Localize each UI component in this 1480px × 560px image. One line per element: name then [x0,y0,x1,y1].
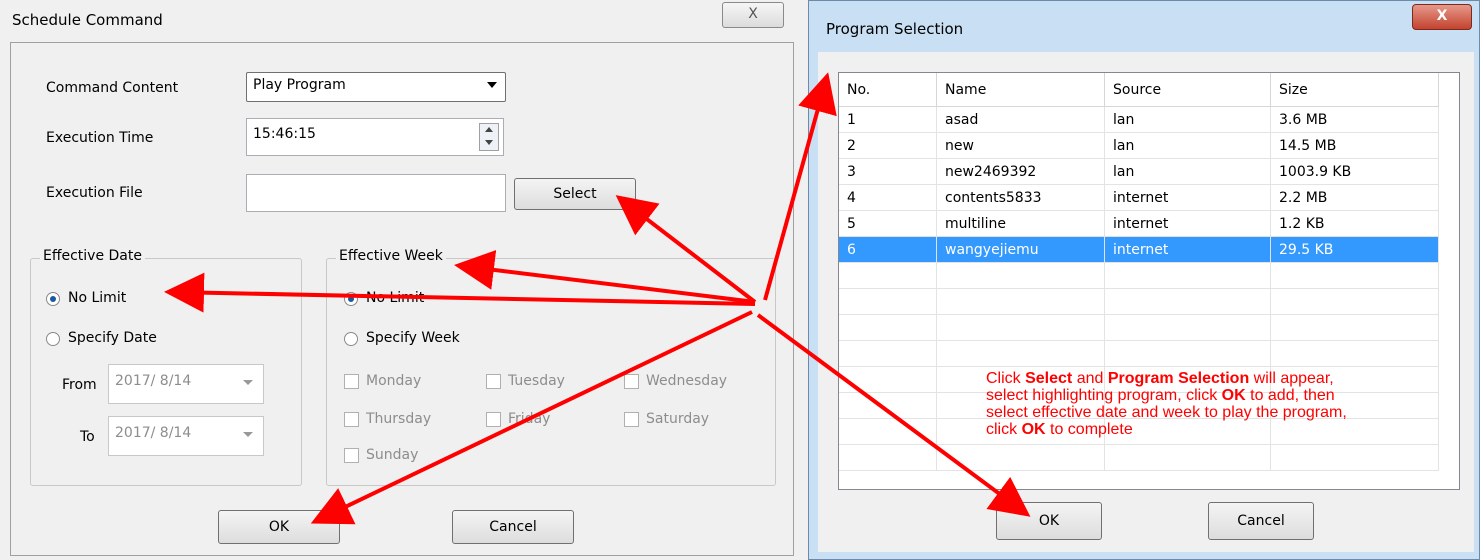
arrow-to-no-limit [164,272,756,313]
arrow-to-program-ok-button [756,313,1031,517]
arrow-to-effective-week [454,250,756,304]
arrow-to-ok-button [310,310,753,525]
arrow-to-program-selection [763,72,837,301]
annotation-arrows [164,72,1031,525]
